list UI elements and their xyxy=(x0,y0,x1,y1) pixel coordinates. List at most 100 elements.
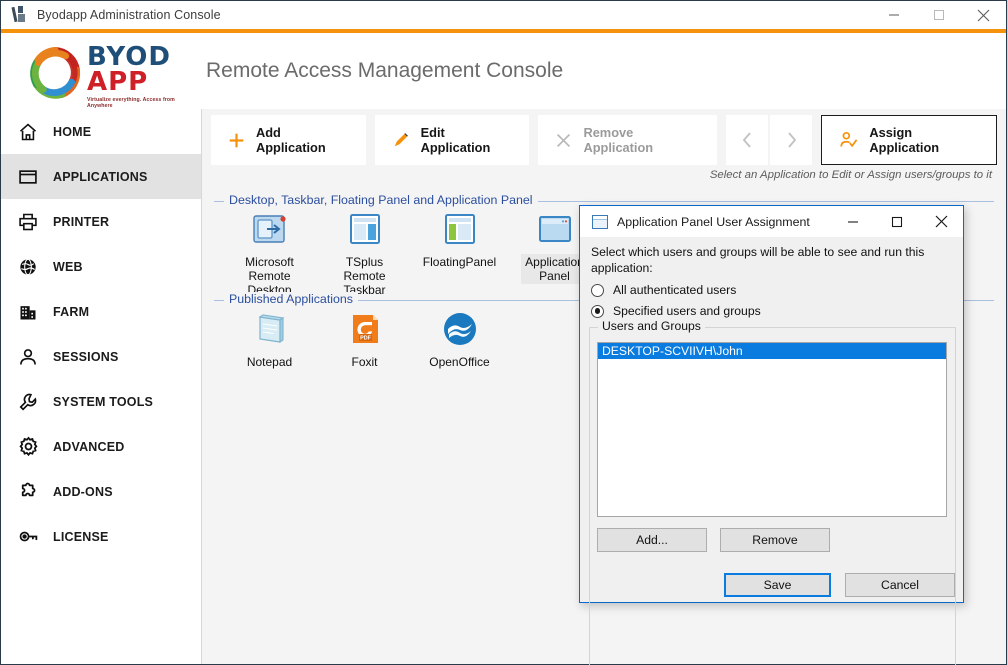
key-icon xyxy=(15,524,41,550)
sidebar-item-advanced[interactable]: ADVANCED xyxy=(1,424,201,469)
radio-button-selected-icon[interactable] xyxy=(591,304,604,318)
sidebar-label: APPLICATIONS xyxy=(53,169,148,184)
remove-user-button[interactable]: Remove xyxy=(720,528,830,552)
maximize-icon[interactable] xyxy=(916,1,961,29)
pencil-icon xyxy=(392,131,410,149)
puzzle-icon xyxy=(15,479,41,505)
sidebar-label: ADD-ONS xyxy=(53,484,113,499)
app-tile-notepad[interactable]: Notepad xyxy=(226,309,313,370)
floating-panel-icon xyxy=(440,209,480,249)
app-tile-label: Foxit xyxy=(351,355,378,369)
page-title: Remote Access Management Console xyxy=(206,59,564,82)
app-tile-label: OpenOffice xyxy=(429,355,490,369)
applications-toolbar: Add Application Edit Application Remove … xyxy=(211,115,1006,165)
logo-swirl-icon xyxy=(30,46,81,99)
sidebar-item-farm[interactable]: FARM xyxy=(1,289,201,334)
printer-icon xyxy=(15,209,41,235)
desktop-section-title: Desktop, Taskbar, Floating Panel and App… xyxy=(224,193,538,207)
list-item[interactable]: DESKTOP-SCVIIVH\John xyxy=(598,343,946,359)
taskbar-icon xyxy=(345,209,385,249)
users-and-groups-listbox[interactable]: DESKTOP-SCVIIVH\John xyxy=(597,342,947,517)
sidebar-label: ADVANCED xyxy=(53,439,125,454)
close-x-icon xyxy=(555,132,572,149)
remove-application-button[interactable]: Remove Application xyxy=(538,115,717,165)
cancel-button[interactable]: Cancel xyxy=(845,573,955,597)
dialog-window-controls xyxy=(831,206,963,237)
app-tile-label: Notepad xyxy=(246,355,293,369)
sidebar-label: SYSTEM TOOLS xyxy=(53,394,154,409)
sidebar-item-add-ons[interactable]: ADD-ONS xyxy=(1,469,201,514)
save-button[interactable]: Save xyxy=(724,573,831,597)
user-icon xyxy=(15,344,41,370)
remove-application-label: Remove Application xyxy=(583,125,654,155)
app-header: BYOD APP Virtualize everything. Access f… xyxy=(1,33,1006,109)
sidebar-label: FARM xyxy=(53,304,90,319)
window-icon xyxy=(15,164,41,190)
close-icon[interactable] xyxy=(961,1,1006,29)
notepad-icon xyxy=(250,309,290,349)
app-tile-openoffice[interactable]: OpenOffice xyxy=(416,309,503,370)
assign-application-label: Assign Application xyxy=(869,125,940,155)
app-tile-floatingpanel[interactable]: FloatingPanel xyxy=(416,209,503,298)
app-tile-label: FloatingPanel xyxy=(422,255,497,269)
dialog-close-icon[interactable] xyxy=(919,206,963,237)
dialog-title: Application Panel User Assignment xyxy=(617,214,810,229)
sidebar-label: HOME xyxy=(53,124,92,139)
minimize-icon[interactable] xyxy=(871,1,916,29)
remote-desktop-icon xyxy=(250,209,290,249)
svg-text:PDF: PDF xyxy=(360,336,371,342)
sidebar-item-applications[interactable]: APPLICATIONS xyxy=(1,154,201,199)
previous-page-button[interactable] xyxy=(725,115,769,165)
toolbar-hint: Select an Application to Edit or Assign … xyxy=(709,169,992,181)
sidebar-item-home[interactable]: HOME xyxy=(1,109,201,154)
edit-application-label: Edit Application xyxy=(420,125,491,155)
add-application-button[interactable]: Add Application xyxy=(211,115,366,165)
building-icon xyxy=(15,299,41,325)
dialog-maximize-icon[interactable] xyxy=(875,206,919,237)
radio-button-icon[interactable] xyxy=(591,283,604,297)
globe-icon xyxy=(15,254,41,280)
radio-all-authenticated-users[interactable]: All authenticated users xyxy=(591,283,952,297)
radio-label: All authenticated users xyxy=(613,283,737,297)
brand-logo: BYOD APP Virtualize everything. Access f… xyxy=(23,39,191,109)
radio-label: Specified users and groups xyxy=(613,304,761,318)
sidebar-label: SESSIONS xyxy=(53,349,119,364)
foxit-pdf-icon: PDF xyxy=(345,309,385,349)
add-user-button[interactable]: Add... xyxy=(597,528,707,552)
window-titlebar: Byodapp Administration Console xyxy=(1,1,1006,29)
app-tools-icon xyxy=(10,6,28,24)
dialog-body: Select which users and groups will be ab… xyxy=(580,237,963,318)
sidebar: HOME APPLICATIONS PRINTER WEB FARM SESSI… xyxy=(1,109,202,664)
assign-application-button[interactable]: Assign Application xyxy=(821,115,997,165)
sidebar-label: WEB xyxy=(53,259,83,274)
sidebar-item-printer[interactable]: PRINTER xyxy=(1,199,201,244)
users-and-groups-title: Users and Groups xyxy=(598,319,705,333)
app-tile-label: Application Panel xyxy=(521,254,588,284)
dialog-titlebar: Application Panel User Assignment xyxy=(580,206,963,237)
sidebar-item-license[interactable]: LICENSE xyxy=(1,514,201,559)
user-assignment-dialog: Application Panel User Assignment Select… xyxy=(579,205,964,665)
plus-icon xyxy=(228,132,245,149)
logo-app-text: APP xyxy=(87,67,149,97)
app-tile-foxit[interactable]: PDF Foxit xyxy=(321,309,408,370)
next-page-button[interactable] xyxy=(770,115,813,165)
window-title: Byodapp Administration Console xyxy=(37,8,221,22)
published-section-title: Published Applications xyxy=(224,292,358,306)
sidebar-item-sessions[interactable]: SESSIONS xyxy=(1,334,201,379)
application-window: Byodapp Administration Console BYOD APP … xyxy=(0,0,1007,665)
openoffice-icon xyxy=(440,309,480,349)
sidebar-item-system-tools[interactable]: SYSTEM TOOLS xyxy=(1,379,201,424)
logo-tagline: Virtualize everything. Access from Anywh… xyxy=(87,97,175,109)
users-and-groups-group: Users and Groups DESKTOP-SCVIIVH\John Ad… xyxy=(589,319,956,665)
edit-application-button[interactable]: Edit Application xyxy=(374,115,530,165)
sidebar-item-web[interactable]: WEB xyxy=(1,244,201,289)
application-panel-icon xyxy=(535,209,575,249)
gear-icon xyxy=(15,434,41,460)
radio-specified-users-and-groups[interactable]: Specified users and groups xyxy=(591,304,952,318)
app-tile-microsoft-remote-desktop[interactable]: Microsoft Remote Desktop xyxy=(226,209,313,298)
app-tile-tsplus-remote-taskbar[interactable]: TSplus Remote Taskbar xyxy=(321,209,408,298)
window-controls xyxy=(871,1,1006,29)
dialog-minimize-icon[interactable] xyxy=(831,206,875,237)
wrench-icon xyxy=(15,389,41,415)
assign-user-icon xyxy=(839,131,858,150)
